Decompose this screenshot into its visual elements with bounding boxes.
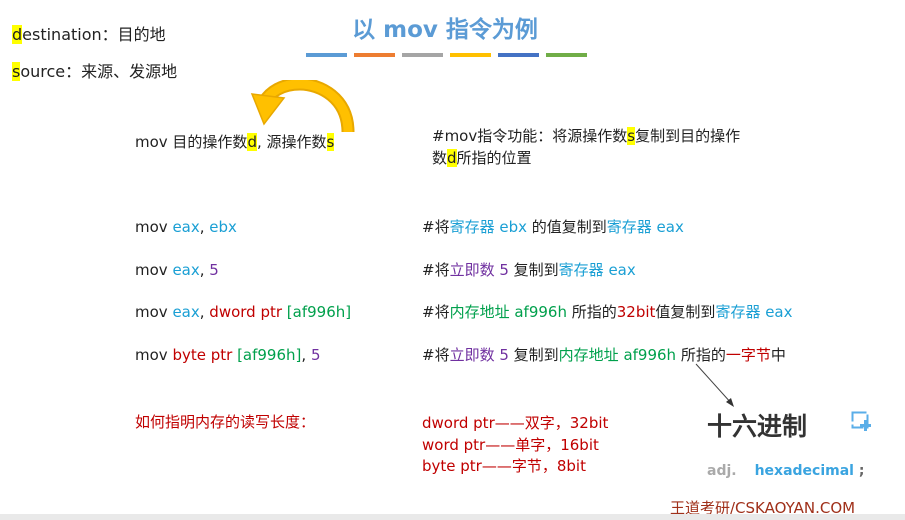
example-code: mov eax, 5 — [135, 260, 219, 280]
code-token: ebx — [209, 218, 237, 236]
code-token: 立即数 5 — [449, 261, 509, 279]
code-token: , — [199, 303, 210, 321]
highlight-letter: d — [12, 25, 23, 44]
code-token: mov — [135, 303, 173, 321]
code-token: , — [199, 261, 210, 279]
code-token: eax — [172, 261, 200, 279]
example-comment: #将立即数 5 复制到寄存器 eax — [422, 260, 636, 280]
code-token: 内存地址 af996h — [449, 303, 567, 321]
code-token: eax — [172, 303, 200, 321]
mov-syntax: mov 目的操作数d, 源操作数s — [135, 132, 335, 152]
code-token: eax — [172, 218, 200, 236]
code-token: 复制到 — [508, 346, 559, 364]
code-token: 内存地址 af996h — [558, 346, 677, 364]
definition-text: ource：来源、发源地 — [20, 62, 178, 81]
code-token: byte ptr — [172, 346, 238, 364]
highlight-s: s — [326, 133, 335, 151]
code-token: #将 — [422, 303, 450, 321]
code-token: 复制到 — [508, 261, 559, 279]
definition-source: source：来源、发源地 — [12, 62, 177, 82]
length-question: 如何指明内存的读写长度： — [135, 413, 316, 431]
example-code: mov eax, dword ptr [af996h] — [135, 302, 351, 322]
bottom-strip — [0, 514, 905, 520]
code-token: [af996h] — [286, 303, 352, 321]
code-token: 32bit — [616, 303, 656, 321]
curved-arrow-icon — [250, 80, 355, 133]
punctuation: ; — [858, 463, 865, 479]
add-to-wordbook-icon[interactable] — [851, 411, 873, 433]
code-token: 寄存器 eax — [558, 261, 636, 279]
definition-destination: destination：目的地 — [12, 25, 166, 45]
length-answer: dword ptr——双字，32bit — [422, 414, 609, 432]
dictionary-definition: adj. hexadecimal ; — [707, 463, 864, 479]
note-text: 所指的位置 — [456, 149, 532, 167]
example-code: mov eax, ebx — [135, 217, 237, 237]
note-text: 数 — [432, 149, 448, 167]
code-token: mov — [135, 261, 173, 279]
code-token: 值复制到 — [655, 303, 716, 321]
code-token: 所指的 — [566, 303, 617, 321]
example-code: mov byte ptr [af996h], 5 — [135, 345, 320, 365]
pointer-arrow-icon — [695, 363, 734, 407]
code-token: 中 — [770, 346, 786, 364]
code-token: 寄存器 ebx — [449, 218, 527, 236]
code-token: [af996h] — [237, 346, 302, 364]
code-token: 5 — [209, 261, 219, 279]
syntax-text: , 源操作数 — [256, 133, 327, 151]
example-comment: #将内存地址 af996h 所指的32bit值复制到寄存器 eax — [422, 302, 793, 322]
dictionary-word: 十六进制 — [707, 412, 808, 441]
title-bar — [498, 53, 539, 57]
code-token: 寄存器 eax — [606, 218, 684, 236]
code-token: 寄存器 eax — [715, 303, 793, 321]
code-token: mov — [135, 346, 173, 364]
code-token: 5 — [310, 346, 321, 364]
length-answer: word ptr——单字，16bit — [422, 435, 599, 454]
part-of-speech: adj. — [707, 463, 737, 479]
title-bar — [354, 53, 395, 57]
highlight-s: s — [627, 127, 636, 145]
title-bar — [450, 53, 491, 57]
code-token: #将 — [422, 218, 450, 236]
highlight-d: d — [447, 149, 457, 167]
code-token: 的值复制到 — [526, 218, 607, 236]
highlight-d: d — [247, 133, 257, 151]
mov-function-note: #mov指令功能：将源操作数s复制到目的操作 数d所指的位置 — [432, 126, 740, 168]
code-token: , — [301, 346, 311, 364]
title-bar — [402, 53, 443, 57]
code-token: dword ptr — [209, 303, 287, 321]
code-token: , — [199, 218, 210, 236]
definition-text: estination：目的地 — [22, 25, 166, 44]
length-answers: dword ptr——双字，32bit word ptr——单字，16bit b… — [422, 413, 608, 478]
code-token: #将 — [422, 346, 450, 364]
example-comment: #将寄存器 ebx 的值复制到寄存器 eax — [422, 217, 684, 237]
length-answer: byte ptr——字节，8bit — [422, 457, 586, 475]
code-token: 立即数 5 — [449, 346, 509, 364]
note-text: #mov指令功能：将源操作数 — [432, 127, 628, 145]
code-token: #将 — [422, 261, 450, 279]
title-bar — [306, 53, 347, 57]
code-token: mov — [135, 218, 173, 236]
title-bar — [546, 53, 587, 57]
syntax-text: mov 目的操作数 — [135, 133, 248, 151]
note-text: 复制到目的操作 — [635, 127, 741, 145]
translation[interactable]: hexadecimal — [755, 463, 854, 479]
